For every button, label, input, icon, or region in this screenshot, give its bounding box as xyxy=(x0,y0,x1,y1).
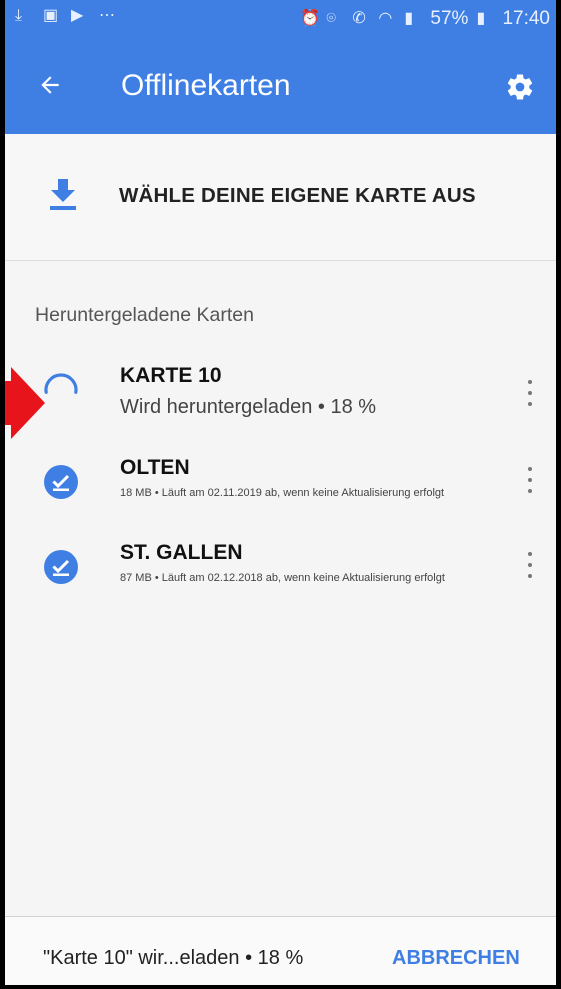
download-icon: ⤓ xyxy=(15,7,23,24)
status-bar-right: ⏰ ⌾ ✆ ◠ ▮ 57% ▮ 17:40 xyxy=(300,8,550,30)
location-icon: ⌾ xyxy=(326,10,337,27)
map-item-title: OLTEN xyxy=(120,456,190,479)
wifi-icon: ◠ xyxy=(378,10,393,27)
download-icon xyxy=(50,179,76,210)
settings-button[interactable] xyxy=(505,72,535,102)
battery-icon: ▮ xyxy=(476,10,486,27)
video-icon: ▶ xyxy=(71,7,84,24)
map-item-title: KARTE 10 xyxy=(120,364,222,387)
choose-own-map-button[interactable]: WÄHLE DEINE EIGENE KARTE AUS xyxy=(5,134,556,261)
page-title: Offlinekarten xyxy=(121,69,291,102)
status-bar: ⤓ ▣ ▶ ⋯ ⏰ ⌾ ✆ ◠ ▮ 57% ▮ 17:40 xyxy=(5,0,556,36)
map-item-olten[interactable]: OLTEN 18 MB • Läuft am 02.11.2019 ab, we… xyxy=(5,455,556,535)
status-bar-left: ⤓ ▣ ▶ ⋯ xyxy=(15,8,117,24)
annotation-arrow-icon xyxy=(5,367,45,439)
snackbar: "Karte 10" wir...eladen • 18 % ABBRECHEN xyxy=(5,916,556,985)
map-item-st-gallen[interactable]: ST. GALLEN 87 MB • Läuft am 02.12.2018 a… xyxy=(5,540,556,620)
gear-icon xyxy=(507,74,533,100)
image-icon: ▣ xyxy=(43,7,59,24)
signal-icon: ▮ xyxy=(404,10,414,27)
section-title-downloaded-maps: Heruntergeladene Karten xyxy=(35,304,254,326)
back-button[interactable] xyxy=(33,68,67,102)
check-circle-icon xyxy=(44,550,78,584)
check-circle-icon xyxy=(44,465,78,499)
more-options-button[interactable] xyxy=(520,548,540,582)
arrow-back-icon xyxy=(41,76,59,94)
snackbar-message: "Karte 10" wir...eladen • 18 % xyxy=(43,947,304,969)
map-item-details: 18 MB • Läuft am 02.11.2019 ab, wenn kei… xyxy=(120,487,445,499)
map-item-details: 87 MB • Läuft am 02.12.2018 ab, wenn kei… xyxy=(120,572,445,584)
more-options-button[interactable] xyxy=(520,463,540,497)
choose-own-map-label: WÄHLE DEINE EIGENE KARTE AUS xyxy=(119,184,476,207)
alarm-icon: ⏰ xyxy=(300,10,321,27)
download-progress-icon xyxy=(44,373,78,394)
clock: 17:40 xyxy=(502,8,550,29)
screen: ⤓ ▣ ▶ ⋯ ⏰ ⌾ ✆ ◠ ▮ 57% ▮ 17:40 Offlinekar… xyxy=(5,0,556,985)
app-bar: Offlinekarten xyxy=(5,36,556,134)
more-notifications-icon: ⋯ xyxy=(99,7,115,24)
cancel-download-button[interactable]: ABBRECHEN xyxy=(392,947,520,970)
map-item-karte-10[interactable]: KARTE 10 Wird heruntergeladen • 18 % xyxy=(5,362,556,442)
wifi-calling-icon: ✆ xyxy=(352,10,366,27)
battery-percent: 57% xyxy=(430,8,469,29)
map-item-title: ST. GALLEN xyxy=(120,541,243,564)
map-item-status: Wird heruntergeladen • 18 % xyxy=(120,396,377,418)
more-options-button[interactable] xyxy=(520,376,540,410)
